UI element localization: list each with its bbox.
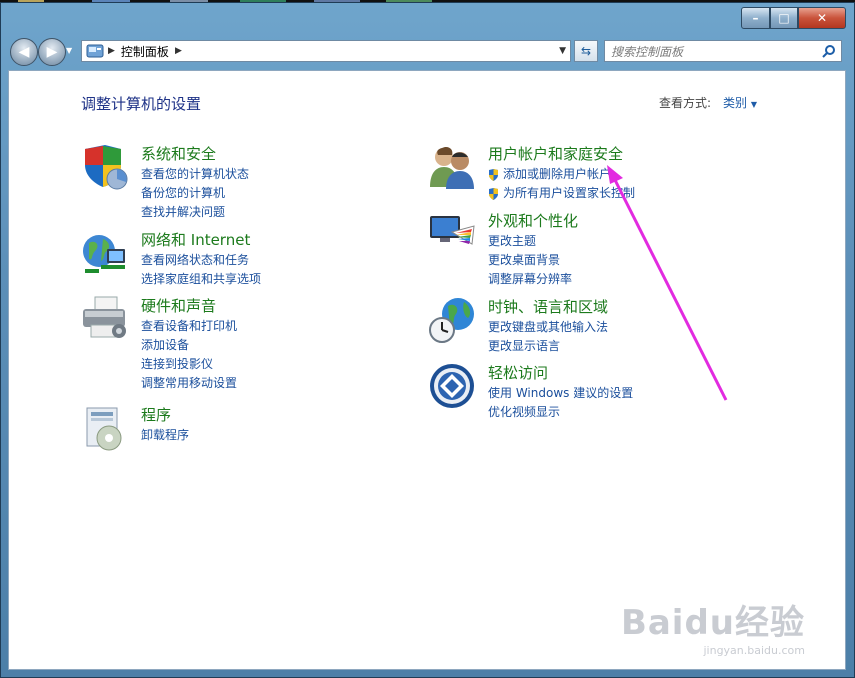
search-input[interactable]: 搜索控制面板 [604,40,842,62]
category-title[interactable]: 程序 [141,404,171,425]
category-title[interactable]: 时钟、语言和区域 [488,296,608,317]
category-title[interactable]: 硬件和声音 [141,295,216,316]
breadcrumb-separator-icon: ▶ [108,46,115,56]
category-title[interactable]: 轻松访问 [488,362,548,383]
ease-of-access-icon[interactable] [428,362,476,410]
page-title: 调整计算机的设置 [81,95,202,113]
link-add-device[interactable]: 添加设备 [141,336,237,355]
link-homegroup-sharing[interactable]: 选择家庭组和共享选项 [141,270,261,289]
breadcrumb-chevron-icon[interactable]: ▶ [175,46,182,56]
breadcrumb[interactable]: 控制面板 [121,43,169,60]
forward-arrow-icon[interactable]: ▶ [38,38,66,66]
search-placeholder: 搜索控制面板 [611,44,684,59]
refresh-button[interactable]: ⇆ [574,40,598,62]
programs-icon[interactable] [81,404,129,452]
watermark-url: jingyan.baidu.com [703,644,805,657]
shield-icon[interactable] [81,143,129,191]
minimize-button[interactable]: – [741,7,770,29]
baidu-watermark: Baidu经验 jingyan.baidu.com [621,595,805,657]
clock-globe-icon[interactable] [428,296,476,344]
uac-shield-icon [489,168,498,181]
display-palette-icon[interactable] [428,210,476,258]
close-button[interactable]: ✕ [798,7,846,29]
link-uninstall-program[interactable]: 卸载程序 [141,426,189,445]
category-title[interactable]: 网络和 Internet [141,229,250,250]
users-icon[interactable] [428,143,476,191]
link-network-status[interactable]: 查看网络状态和任务 [141,251,261,270]
category-title[interactable]: 外观和个性化 [488,210,578,231]
search-icon[interactable] [822,44,836,58]
refresh-icon: ⇆ [580,44,592,58]
control-panel-icon [86,44,104,58]
link-optimize-visual-display[interactable]: 优化视频显示 [488,403,633,422]
link-windows-suggested-settings[interactable]: 使用 Windows 建议的设置 [488,384,633,403]
link-mobility-settings[interactable]: 调整常用移动设置 [141,374,237,393]
caption-buttons: – □ ✕ [741,7,846,29]
view-by-label: 查看方式: [659,96,712,110]
link-adjust-resolution[interactable]: 调整屏幕分辨率 [488,270,572,289]
watermark-brand: Baidu经验 [620,603,805,643]
link-change-theme[interactable]: 更改主题 [488,232,572,251]
link-change-display-language[interactable]: 更改显示语言 [488,337,608,356]
link-devices-printers[interactable]: 查看设备和打印机 [141,317,237,336]
category-title[interactable]: 系统和安全 [141,143,216,164]
link-troubleshoot[interactable]: 查找并解决问题 [141,203,249,222]
uac-shield-icon [489,187,498,200]
link-connect-projector[interactable]: 连接到投影仪 [141,355,237,374]
navigation-bar: ◀ ▶ ▼ ▶ 控制面板 ▶ ▼ ⇆ 搜索控制面板 [8,36,848,66]
link-add-remove-accounts[interactable]: 添加或删除用户帐户 [488,165,635,184]
address-bar[interactable]: ▶ 控制面板 ▶ ▼ [81,40,571,62]
printer-icon[interactable] [81,295,129,343]
link-view-computer-status[interactable]: 查看您的计算机状态 [141,165,249,184]
maximize-button[interactable]: □ [770,7,798,29]
link-backup-computer[interactable]: 备份您的计算机 [141,184,249,203]
link-change-keyboard[interactable]: 更改键盘或其他输入法 [488,318,608,337]
view-by-dropdown[interactable]: 类别 ▼ [723,94,757,111]
back-arrow-icon[interactable]: ◀ [10,38,38,66]
content-pane: 调整计算机的设置 查看方式: 类别 ▼ 系统和安全 查看您的计算机状态 备份您的… [8,70,846,670]
link-parental-controls[interactable]: 为所有用户设置家长控制 [488,184,635,203]
chevron-down-icon: ▼ [750,100,757,109]
link-change-background[interactable]: 更改桌面背景 [488,251,572,270]
category-title[interactable]: 用户帐户和家庭安全 [488,143,623,164]
recent-pages-chevron-icon[interactable]: ▼ [66,46,72,55]
network-globe-icon[interactable] [81,229,129,277]
address-dropdown-icon[interactable]: ▼ [559,46,566,56]
